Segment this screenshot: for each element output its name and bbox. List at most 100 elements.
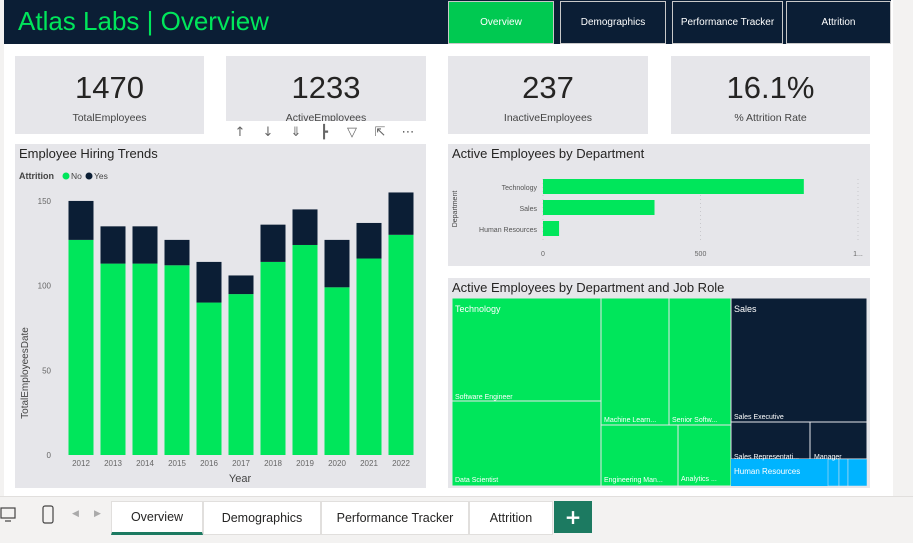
bar-yes-2016[interactable] [196,261,222,303]
kpi-value: 237 [522,70,574,105]
dept-category-label: Human Resources [479,227,537,234]
treemap-leaf-hr-3[interactable] [847,458,868,487]
page-tab-demographics[interactable]: Demographics [203,501,321,535]
add-page-button[interactable]: + [554,501,592,533]
x-tick-label: 2018 [264,459,282,468]
x-tick-label: 2020 [328,459,346,468]
hiring-trends-chart[interactable]: Attrition No Yes TotalEmployeesDate Year… [15,144,426,488]
x-tick-label: 2015 [168,459,186,468]
bar-no-2021[interactable] [356,258,382,455]
treemap-leaf-machine-learning[interactable] [600,297,670,426]
bar-yes-2014[interactable] [132,226,158,264]
bar-no-2020[interactable] [324,287,350,455]
dept-category-label: Technology [502,185,538,192]
mobile-view-icon[interactable] [42,505,54,525]
page-tab-attrition[interactable]: Attrition [469,501,553,535]
treemap-label-engineering-manager: Engineering Man... [604,477,663,484]
legend-no-marker [62,172,70,180]
nav-button-demographics[interactable]: Demographics [560,1,666,44]
bar-yes-2012[interactable] [68,200,94,240]
scroll-right-icon[interactable]: ▶ [94,509,101,519]
kpi-card-attrition-rate[interactable]: 16.1% % Attrition Rate [671,56,870,134]
page-tab-performance-tracker[interactable]: Performance Tracker [321,501,469,535]
kpi-card-inactive-employees[interactable]: 237 InactiveEmployees [448,56,648,134]
treemap-visual[interactable]: Active Employees by Department and Job R… [448,278,870,488]
treemap-label-sales: Sales [734,304,757,314]
x-tick-label: 0 [541,251,545,258]
treemap-label-senior-software: Senior Softw... [672,417,717,424]
focus-mode-icon[interactable]: ⇱ [366,122,394,142]
kpi-value: 1233 [291,70,361,105]
bar-no-2022[interactable] [388,234,414,455]
scroll-left-icon[interactable]: ◀ [72,509,79,519]
x-tick-label: 2019 [296,459,314,468]
drill-up-icon[interactable]: ↑ [226,122,254,142]
bar-yes-2021[interactable] [356,222,382,259]
bar-no-2015[interactable] [164,265,190,455]
department-chart[interactable]: Department 0 500 1... Technology Sales Human… [448,144,870,266]
nav-button-performance-tracker[interactable]: Performance Tracker [672,1,783,44]
y-tick-label: 100 [38,282,52,291]
x-tick-label: 2012 [72,459,90,468]
bar-no-2018[interactable] [260,261,286,455]
y-tick-label: 0 [47,451,52,460]
drill-down-icon[interactable]: ↓ [254,122,282,142]
treemap-leaf-sales-executive[interactable] [730,297,868,423]
legend-title: Attrition [19,171,54,181]
bar-no-2016[interactable] [196,302,222,455]
treemap-label-manager: Manager [814,454,842,461]
y-axis-title: TotalEmployeesDate [20,327,31,419]
kpi-value: 1470 [75,70,144,105]
nav-button-overview[interactable]: Overview [448,1,554,44]
treemap-label-machine-learning: Machine Learn... [604,417,656,424]
bar-yes-2018[interactable] [260,224,286,262]
visual-header-toolbar: ↑ ↓ ⇓ ┣ ▽ ⇱ ⋯ [226,121,426,143]
treemap-leaf-data-scientist[interactable] [451,400,602,487]
treemap-label-data-scientist: Data Scientist [455,477,498,484]
bar-no-2012[interactable] [68,239,94,455]
treemap-leaf-hr-2[interactable] [838,458,849,487]
bar-yes-2017[interactable] [228,275,254,295]
dept-axis-title: Department [452,191,459,228]
treemap-label-sales-executive: Sales Executive [734,414,784,421]
page-tab-overview[interactable]: Overview [111,501,203,535]
bar-yes-2019[interactable] [292,209,318,245]
x-axis-title: Year [229,473,252,485]
hiring-trends-visual[interactable]: Employee Hiring Trends Attrition No Yes … [15,144,426,488]
desktop-view-icon[interactable] [0,507,16,523]
dept-bar-technology[interactable] [543,179,804,194]
bar-yes-2020[interactable] [324,239,350,288]
y-tick-label: 150 [38,197,52,206]
treemap-leaf-senior-software[interactable] [668,297,732,426]
bar-no-2019[interactable] [292,244,318,455]
bar-no-2014[interactable] [132,263,158,455]
nav-button-attrition[interactable]: Attrition [786,1,891,44]
expand-level-icon[interactable]: ┣ [310,122,338,142]
treemap-label-software-engineer: Software Engineer [455,394,513,401]
x-tick-label: 2022 [392,459,410,468]
bar-no-2017[interactable] [228,294,254,455]
filter-icon[interactable]: ▽ [338,122,366,142]
bar-yes-2013[interactable] [100,226,126,264]
x-tick-label: 1... [853,251,863,258]
treemap-label-technology: Technology [455,304,501,314]
dept-bar-sales[interactable] [543,200,655,215]
kpi-label: TotalEmployees [72,112,147,124]
x-tick-label: 500 [695,251,707,258]
bar-no-2013[interactable] [100,263,126,455]
expand-all-icon[interactable]: ⇓ [282,122,310,142]
bar-yes-2015[interactable] [164,239,190,266]
department-visual[interactable]: Active Employees by Department Departmen… [448,144,870,266]
x-tick-label: 2016 [200,459,218,468]
page-title: Atlas Labs | Overview [18,6,269,36]
more-options-icon[interactable]: ⋯ [394,122,422,142]
treemap-chart[interactable]: Technology Software Engineer Data Scient… [448,278,870,488]
dept-bar-human-resources[interactable] [543,221,560,236]
x-tick-label: 2017 [232,459,250,468]
kpi-card-total-employees[interactable]: 1470 TotalEmployees [15,56,204,134]
legend-no-label: No [71,171,82,181]
treemap-leaf-hr-1[interactable] [827,458,840,487]
legend-yes-label: Yes [94,171,108,181]
treemap-label-analytics: Analytics ... [681,476,717,483]
bar-yes-2022[interactable] [388,192,414,235]
